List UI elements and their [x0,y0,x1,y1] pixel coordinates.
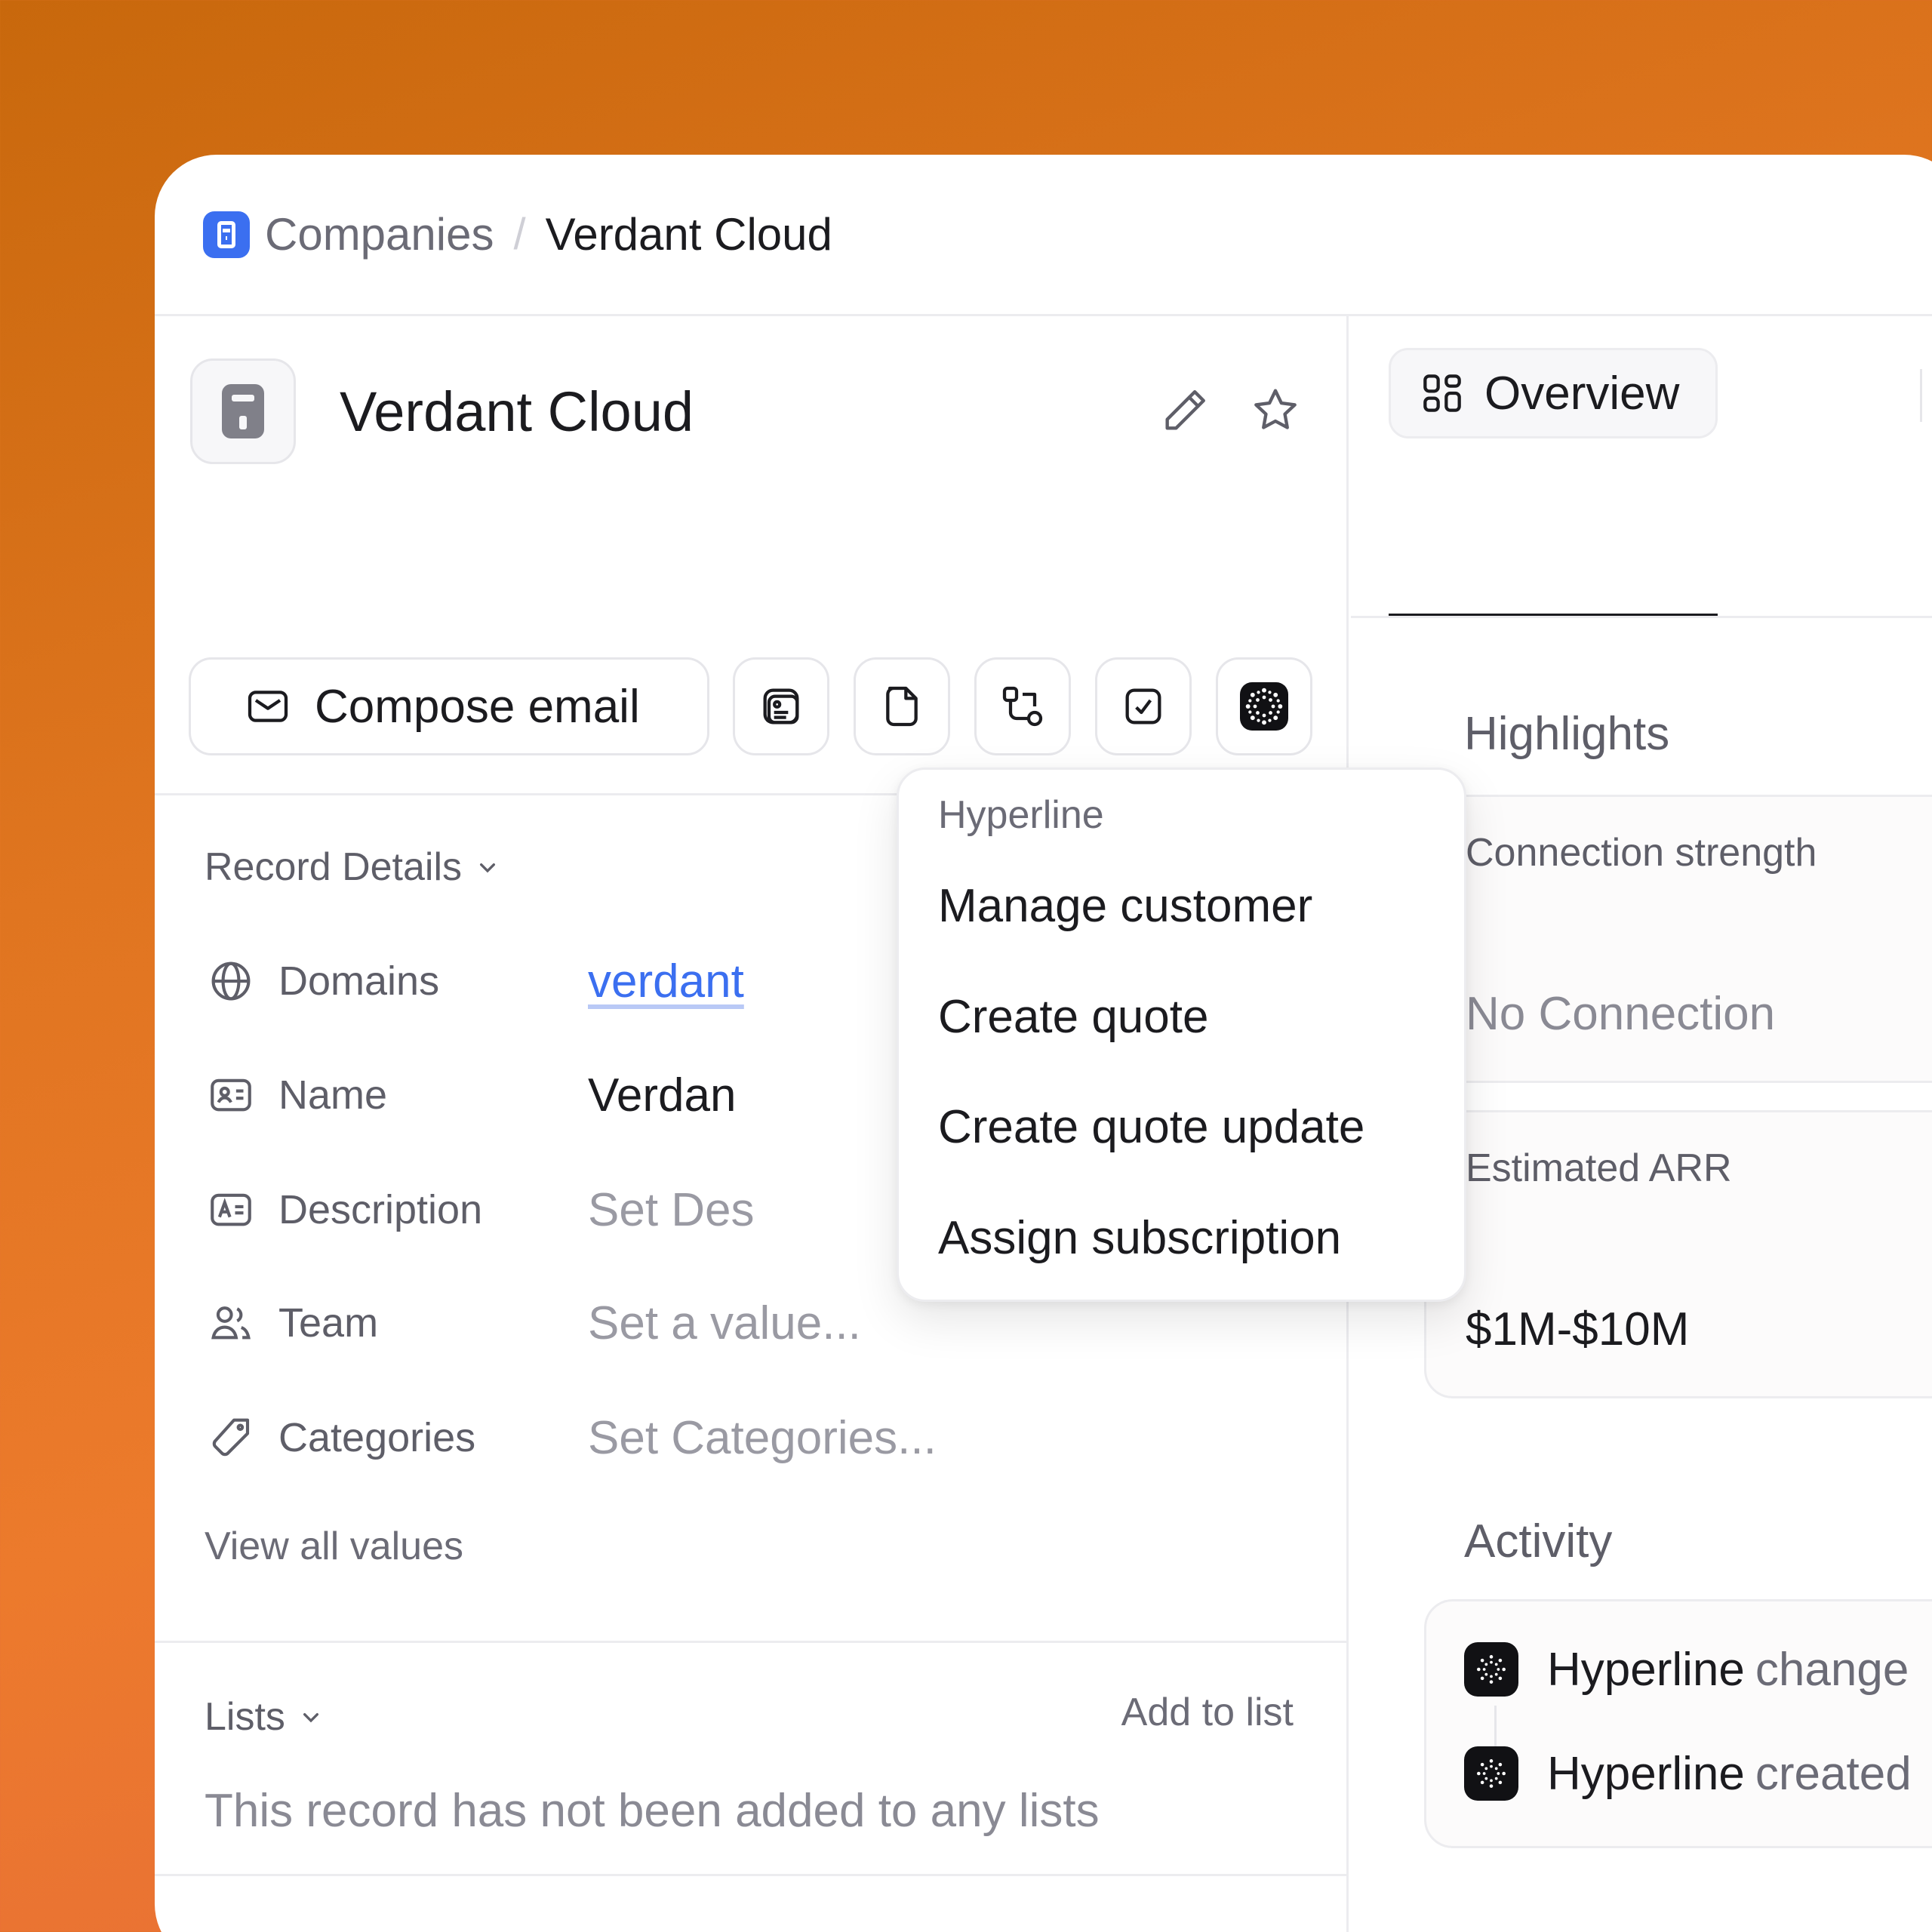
connection-strength-label: Connection strength [1466,831,1817,875]
company-avatar [190,358,296,464]
estimated-arr-value: $1M-$10M [1466,1303,1690,1355]
lists-toggle[interactable]: Lists [205,1694,326,1740]
activity-card: Hyperline change Hyperline created [1424,1599,1932,1848]
menu-item-manage-customer[interactable]: Manage customer [938,879,1312,933]
record-details-title: Record Details [205,845,463,889]
tab-overview[interactable]: Overview [1389,348,1718,438]
chevron-down-icon [480,863,496,873]
activity-action: change [1755,1643,1909,1696]
activity-action: created [1755,1747,1912,1800]
menu-item-assign-subscription[interactable]: Assign subscription [938,1211,1341,1265]
tab-overview-label: Overview [1484,367,1680,420]
favorite-star-icon[interactable] [1249,384,1302,437]
companies-icon [203,211,250,258]
menu-item-create-quote-update[interactable]: Create quote update [938,1100,1364,1154]
divider [155,1641,1346,1643]
record-title: Verdant Cloud [340,380,694,443]
field-label: Team [278,1300,379,1346]
tab-separator [1920,369,1922,422]
text-field-icon [211,1193,251,1226]
breadcrumb: Companies / Verdant Cloud [155,155,1932,316]
activity-actor: Hyperline [1547,1747,1745,1800]
document-button[interactable] [854,657,950,755]
tag-icon [212,1418,250,1457]
overview-grid-icon [1423,374,1461,412]
dropdown-header: Hyperline [938,793,1104,837]
mail-icon [248,691,288,722]
app-window: Companies / Verdant Cloud Verdant Cloud … [155,155,1932,1932]
workflow-icon [1002,686,1043,727]
connection-strength-value: No Connection [1466,988,1776,1040]
breadcrumb-current: Verdant Cloud [545,209,832,260]
edit-icon[interactable] [1158,384,1211,437]
highlights-title: Highlights [1464,708,1670,760]
name-value[interactable]: Verdan [588,1069,737,1122]
hyperline-logo-icon [1464,1746,1518,1801]
document-icon [886,686,918,727]
globe-icon [211,961,251,1001]
activity-timeline-line [1494,1706,1497,1749]
divider [155,1874,1346,1876]
view-all-values-link[interactable]: View all values [205,1524,463,1569]
estimated-arr-label: Estimated ARR [1466,1146,1732,1190]
team-value[interactable]: Set a value... [588,1297,861,1350]
activity-actor: Hyperline [1547,1643,1745,1696]
breadcrumb-companies[interactable]: Companies [265,208,494,260]
notes-icon [763,688,799,724]
field-label: Description [278,1187,483,1232]
categories-value[interactable]: Set Categories... [588,1411,937,1465]
menu-item-create-quote[interactable]: Create quote [938,990,1208,1044]
checkbox-icon [1125,688,1161,724]
field-label: Domains [278,958,440,1004]
hyperline-dropdown-menu: Hyperline Manage customer Create quote C… [897,768,1466,1302]
compose-email-button[interactable]: Compose email [189,657,709,755]
connection-strength-card[interactable]: Connection strength No Connection [1424,795,1932,1083]
domain-link[interactable]: verdant [588,955,744,1008]
chevron-down-icon [303,1713,318,1723]
compose-email-label: Compose email [315,680,640,733]
record-details-toggle[interactable]: Record Details [205,844,503,890]
lists-title: Lists [205,1695,285,1739]
hyperline-button[interactable] [1216,657,1312,755]
activity-item[interactable]: Hyperline change [1464,1642,1909,1697]
team-icon [211,1306,251,1340]
field-categories: Categories Set Categories... [206,1407,1323,1468]
field-label: Name [278,1072,388,1118]
id-card-icon [211,1078,251,1112]
add-to-list-button[interactable]: Add to list [1121,1690,1294,1735]
activity-item[interactable]: Hyperline created [1464,1746,1912,1801]
estimated-arr-card[interactable]: Estimated ARR $1M-$10M [1424,1110,1932,1398]
hyperline-logo-icon [1464,1642,1518,1697]
tabbar-divider [1351,616,1932,618]
workflow-button[interactable] [974,657,1071,755]
task-button[interactable] [1095,657,1192,755]
lists-empty-message: This record has not been added to any li… [205,1785,1100,1837]
hyperline-logo-icon [1240,682,1288,731]
note-card-button[interactable] [733,657,829,755]
field-team: Team Set a value... [206,1293,1323,1353]
breadcrumb-separator: / [513,210,526,259]
description-value[interactable]: Set Des [588,1183,755,1237]
activity-title: Activity [1464,1515,1613,1567]
field-label: Categories [278,1415,476,1460]
